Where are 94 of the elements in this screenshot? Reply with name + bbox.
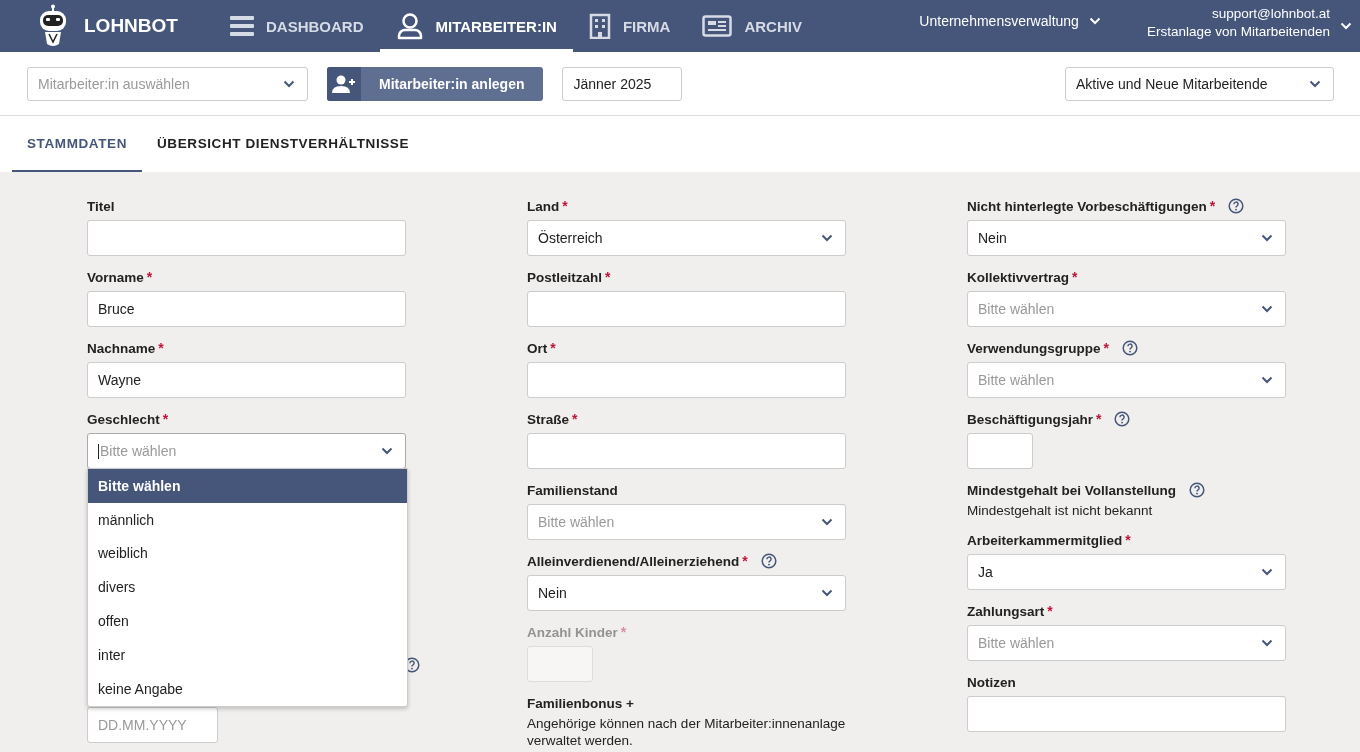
required-mark: * <box>158 340 164 356</box>
chevron-down-icon <box>821 234 833 242</box>
nav-tab[interactable]: ARCHIV <box>686 0 818 52</box>
account-menu-button[interactable] <box>1340 22 1352 30</box>
date-field[interactable]: DD.MM.YYYY <box>87 707 218 743</box>
text-field[interactable] <box>87 220 406 256</box>
field-label: Straße <box>527 411 570 427</box>
text-field[interactable]: Bruce <box>87 291 406 327</box>
section-tab[interactable]: ÜBERSICHT DIENSTVERHÄLTNISSE <box>142 116 425 172</box>
chevron-down-icon <box>821 518 833 526</box>
chevron-down-icon <box>1261 234 1273 242</box>
required-mark: * <box>605 269 611 285</box>
text-field[interactable]: Wayne <box>87 362 406 398</box>
required-mark: * <box>1125 532 1131 548</box>
company-menu[interactable]: Unternehmensverwaltung <box>919 0 1101 52</box>
dropdown-option[interactable]: weiblich <box>88 536 407 571</box>
required-mark: * <box>146 269 153 285</box>
field-label: Nachname <box>87 340 156 356</box>
select-field[interactable]: Nein <box>527 575 846 611</box>
required-mark: * <box>620 624 627 640</box>
required-mark: * <box>742 553 748 569</box>
chevron-down-icon <box>1340 22 1352 30</box>
help-icon[interactable] <box>1189 482 1206 498</box>
field-label: Ort <box>527 340 548 356</box>
filter-select[interactable]: Aktive und Neue Mitarbeitende <box>1065 66 1334 101</box>
field-label: Titel <box>87 198 115 214</box>
menu-icon <box>230 15 254 37</box>
field-label: Vorname <box>87 269 144 285</box>
required-mark: * <box>1047 603 1053 619</box>
field-label: Familienstand <box>527 482 618 498</box>
field-label: Mindestgehalt bei Vollanstellung <box>967 482 1177 498</box>
field-label: Zahlungsart <box>967 603 1045 619</box>
text-field[interactable] <box>967 696 1286 732</box>
nav-tab[interactable]: DASHBOARD <box>214 0 380 52</box>
required-mark: * <box>162 411 169 427</box>
required-mark: * <box>1103 340 1109 356</box>
dropdown-option[interactable]: Bitte wählen <box>88 469 407 503</box>
field-label: Anzahl Kinder <box>527 624 618 640</box>
field-label: Beschäftigungsjahr <box>967 411 1094 427</box>
info-text: Angehörige können nach der Mitarbeiter:innenanlage verwaltet werden. <box>527 715 846 749</box>
select-field[interactable]: Nein <box>967 220 1286 256</box>
dropdown-option[interactable]: männlich <box>88 502 407 537</box>
period-field[interactable]: Jänner 2025 <box>562 66 683 101</box>
dropdown-option[interactable]: inter <box>88 638 407 672</box>
required-mark: * <box>1096 411 1102 427</box>
chevron-down-icon <box>1088 17 1101 25</box>
chevron-down-icon <box>1261 639 1273 647</box>
required-mark: * <box>550 340 556 356</box>
field-label: Kollektivvertrag <box>967 269 1070 285</box>
select-field[interactable]: Österreich <box>527 220 846 256</box>
user-icon <box>395 12 424 40</box>
help-icon[interactable] <box>1122 340 1138 356</box>
building-icon <box>588 13 611 39</box>
chevron-down-icon <box>1261 305 1273 313</box>
field-label: Arbeiterkammermitglied <box>967 532 1123 548</box>
add-user-icon <box>332 74 356 93</box>
required-mark: * <box>1209 198 1216 214</box>
chevron-down-icon <box>1309 79 1321 88</box>
newspaper-icon <box>702 15 733 37</box>
chevron-down-icon <box>381 447 393 455</box>
help-icon[interactable] <box>1114 411 1131 427</box>
dropdown-option[interactable]: divers <box>88 570 407 605</box>
account-mode: Erstanlage von Mitarbeitenden <box>1146 23 1330 41</box>
info-text: Mindestgehalt ist nicht bekannt <box>967 502 1154 519</box>
field-label: Familienbonus + <box>527 695 634 711</box>
field-label: Nicht hinterlegte Vorbeschäftigungen <box>967 198 1207 214</box>
field-label: Verwendungsgruppe <box>967 340 1101 356</box>
create-employee-button[interactable]: Mitarbeiter:in anlegen <box>327 66 544 101</box>
help-icon[interactable] <box>1228 198 1245 214</box>
required-mark: * <box>1072 269 1078 285</box>
robot-logo <box>38 4 68 48</box>
chevron-down-icon <box>821 589 833 597</box>
required-mark: * <box>562 198 568 214</box>
number-field[interactable] <box>967 433 1033 469</box>
field-label: Alleinverdienend/Alleinerziehend <box>527 553 740 569</box>
dropdown-option[interactable]: keine Angabe <box>88 671 407 706</box>
field-label: Land <box>527 198 560 214</box>
chevron-down-icon <box>283 79 295 88</box>
chevron-down-icon <box>1261 568 1273 576</box>
section-tab[interactable]: STAMMDATEN <box>12 116 142 172</box>
app-name: LOHNBOT <box>84 15 178 37</box>
chevron-down-icon <box>1261 376 1273 384</box>
account-email: support@lohnbot.at <box>1211 5 1330 23</box>
text-field[interactable] <box>527 291 846 327</box>
field-label: Notizen <box>967 674 1016 690</box>
help-icon[interactable] <box>760 553 777 569</box>
field-label: Postleitzahl <box>527 269 602 285</box>
text-field[interactable] <box>527 433 846 469</box>
select-field[interactable]: Ja <box>967 554 1286 590</box>
dropdown-option[interactable]: offen <box>88 604 407 638</box>
required-mark: * <box>572 411 578 427</box>
field-label: Geschlecht <box>87 411 160 427</box>
text-field[interactable] <box>527 362 846 398</box>
nav-tab[interactable]: FIRMA <box>572 0 687 52</box>
